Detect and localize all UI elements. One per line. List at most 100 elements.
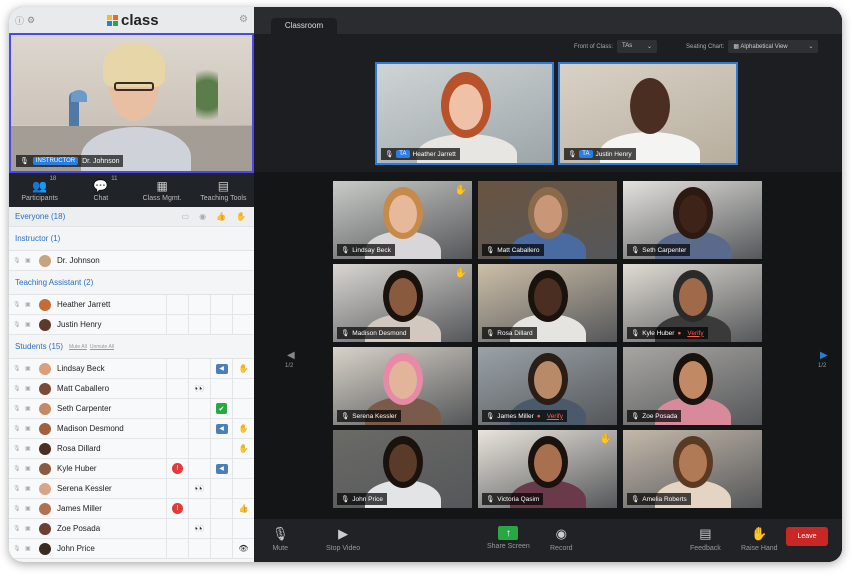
list-item[interactable]: 🎙 ▣ Heather Jarrett xyxy=(9,295,254,315)
list-item[interactable]: 🎙 ▣ Madison Desmond ◀ ✋ xyxy=(9,419,254,439)
student-video-tile[interactable]: 🎙 James Miller ● Verify xyxy=(478,347,617,425)
student-video-tile[interactable]: 🎙 Matt Caballero xyxy=(478,181,617,259)
mute-button[interactable]: 🎙 Mute xyxy=(272,526,289,552)
student-video-tile[interactable]: ✋ 🎙 Madison Desmond xyxy=(333,264,472,342)
previous-page-arrow[interactable]: ◀ xyxy=(287,350,295,361)
hand-icon: ✋ xyxy=(238,424,249,433)
eye-icon: 👁 xyxy=(238,544,249,553)
tab-participants[interactable]: 👥 Participants 18 xyxy=(9,173,70,207)
camera-icon[interactable]: ▣ xyxy=(25,405,37,412)
list-item[interactable]: 🎙 ▣ Lindsay Beck ◀ ✋ xyxy=(9,359,254,379)
microphone-icon[interactable]: 🎙 xyxy=(13,405,25,412)
ta-video-tile[interactable]: 🎙 TA Justin Henry xyxy=(558,62,738,165)
list-item[interactable]: 🎙 ▣ Dr. Johnson xyxy=(9,251,254,271)
hand-icon[interactable]: ✋ xyxy=(236,212,246,221)
camera-icon[interactable]: ▣ xyxy=(25,465,37,472)
camera-icon[interactable]: ▣ xyxy=(25,445,37,452)
avatar xyxy=(39,298,51,311)
eyes-icon: 👀 xyxy=(194,524,205,533)
verify-link[interactable]: Verify xyxy=(687,330,703,337)
microphone-icon[interactable]: 🎙 xyxy=(13,485,25,492)
student-name: Madison Desmond xyxy=(57,424,124,433)
microphone-icon[interactable]: 🎙 xyxy=(13,385,25,392)
info-icon[interactable]: ⓘ xyxy=(15,14,24,27)
classroom-tabbar: Classroom xyxy=(254,7,842,34)
video-camera-icon: ▶ xyxy=(338,526,349,541)
microphone-icon[interactable]: 🎙 xyxy=(13,525,25,532)
avatar xyxy=(39,522,51,535)
microphone-icon[interactable]: 🎙 xyxy=(13,425,25,432)
tab-classroom[interactable]: Classroom xyxy=(271,18,337,34)
front-of-class-dropdown[interactable]: TAs ⌄ xyxy=(617,40,658,53)
student-video-tile[interactable]: ✋ 🎙 Lindsay Beck xyxy=(333,181,472,259)
list-item[interactable]: 🎙 ▣ Kyle Huber! ◀ xyxy=(9,459,254,479)
leave-button[interactable]: Leave xyxy=(786,527,828,546)
gear-icon[interactable]: ⚙ xyxy=(239,14,248,25)
student-video-tile[interactable]: ✋ 🎙 Victoria Qasim xyxy=(478,430,617,508)
camera-icon[interactable]: ▣ xyxy=(25,365,37,372)
student-video-tile[interactable]: 🎙 Kyle Huber ● Verify xyxy=(623,264,762,342)
tab-teaching-tools[interactable]: ▤ Teaching Tools xyxy=(193,173,254,207)
mute-all-link[interactable]: Mute All xyxy=(69,344,87,350)
screen-icon[interactable]: ▭ xyxy=(182,212,190,221)
student-video-tile[interactable]: 🎙 John Price xyxy=(333,430,472,508)
student-video-tile[interactable]: 🎙 Amelia Roberts xyxy=(623,430,762,508)
thumbs-up-icon[interactable]: 👍 xyxy=(216,212,226,221)
feedback-button[interactable]: ▤ Feedback xyxy=(690,526,721,552)
list-item[interactable]: 🎙 ▣ Seth Carpenter ✔ xyxy=(9,399,254,419)
microphone-icon: 🎙 xyxy=(631,247,640,254)
student-name: John Price xyxy=(57,544,95,553)
list-item[interactable]: 🎙 ▣ James Miller! 👍 xyxy=(9,499,254,519)
instructor-video[interactable]: 🎙 INSTRUCTOR Dr. Johnson xyxy=(9,33,254,173)
seating-chart-dropdown[interactable]: ▦ Alphabetical View ⌄ xyxy=(728,40,819,53)
microphone-icon[interactable]: 🎙 xyxy=(13,545,25,552)
microphone-icon[interactable]: 🎙 xyxy=(13,505,25,512)
microphone-icon[interactable]: 🎙 xyxy=(13,257,25,264)
student-video-tile[interactable]: 🎙 Rosa Dillard xyxy=(478,264,617,342)
camera-icon[interactable]: ▣ xyxy=(25,425,37,432)
microphone-icon[interactable]: 🎙 xyxy=(13,445,25,452)
camera-icon[interactable]: ▣ xyxy=(25,301,37,308)
student-video-tile[interactable]: 🎙 Seth Carpenter xyxy=(623,181,762,259)
tab-chat[interactable]: 💬 Chat 11 xyxy=(70,173,131,207)
camera-icon[interactable]: ▣ xyxy=(25,525,37,532)
microphone-icon[interactable]: 🎙 xyxy=(13,321,25,328)
camera-icon[interactable]: ▣ xyxy=(25,505,37,512)
student-video-tile[interactable]: 🎙 Serena Kessler xyxy=(333,347,472,425)
microphone-icon[interactable]: 🎙 xyxy=(13,365,25,372)
verify-link[interactable]: Verify xyxy=(547,413,563,420)
raised-hand-icon: ✋ xyxy=(454,268,467,279)
student-video-tile[interactable]: 🎙 Zoe Posada xyxy=(623,347,762,425)
microphone-icon[interactable]: 🎙 xyxy=(13,301,25,308)
record-button[interactable]: ◉ Record xyxy=(550,526,573,552)
microphone-icon: 🎙 xyxy=(486,496,495,503)
settings-small-icon[interactable]: ⚙ xyxy=(27,15,35,26)
top-bar: ⓘ ⚙ class ⚙ xyxy=(9,7,254,33)
camera-icon[interactable]: ▣ xyxy=(25,385,37,392)
camera-icon[interactable]: ▣ xyxy=(25,321,37,328)
microphone-icon: 🎙 xyxy=(341,413,350,420)
eye-icon[interactable]: ◉ xyxy=(199,212,206,221)
raise-hand-button[interactable]: ✋ Raise Hand xyxy=(741,526,778,552)
list-item[interactable]: 🎙 ▣ Zoe Posada 👀 xyxy=(9,519,254,539)
list-item[interactable]: 🎙 ▣ Justin Henry xyxy=(9,315,254,335)
participant-list: Everyone (18) ▭ ◉ 👍 ✋ Instructor (1) 🎙 ▣… xyxy=(9,207,254,562)
app-window: ⓘ ⚙ class ⚙ 🎙 INSTRUCTOR Dr. Johnson 👥 P… xyxy=(9,7,842,562)
list-item[interactable]: 🎙 ▣ Rosa Dillard ✋ xyxy=(9,439,254,459)
camera-icon[interactable]: ▣ xyxy=(25,545,37,552)
list-item[interactable]: 🎙 ▣ Serena Kessler 👀 xyxy=(9,479,254,499)
microphone-icon: 🎙 xyxy=(486,413,495,420)
next-page-arrow[interactable]: ▶ xyxy=(820,350,828,361)
ta-video-tile[interactable]: 🎙 TA Heather Jarrett xyxy=(375,62,554,165)
microphone-icon[interactable]: 🎙 xyxy=(13,465,25,472)
unmute-all-link[interactable]: Unmute All xyxy=(90,344,114,350)
ta-label: 🎙 TA Justin Henry xyxy=(564,148,636,160)
list-item[interactable]: 🎙 ▣ Matt Caballero 👀 xyxy=(9,379,254,399)
camera-icon[interactable]: ▣ xyxy=(25,257,37,264)
share-screen-button[interactable]: ↑ Share Screen xyxy=(487,526,530,550)
camera-icon[interactable]: ▣ xyxy=(25,485,37,492)
tab-class-management[interactable]: ▦ Class Mgmt. xyxy=(132,173,193,207)
list-item[interactable]: 🎙 ▣ John Price 👁 xyxy=(9,539,254,559)
everyone-header[interactable]: Everyone (18) ▭ ◉ 👍 ✋ xyxy=(9,207,254,227)
stop-video-button[interactable]: ▶ Stop Video xyxy=(326,526,360,552)
